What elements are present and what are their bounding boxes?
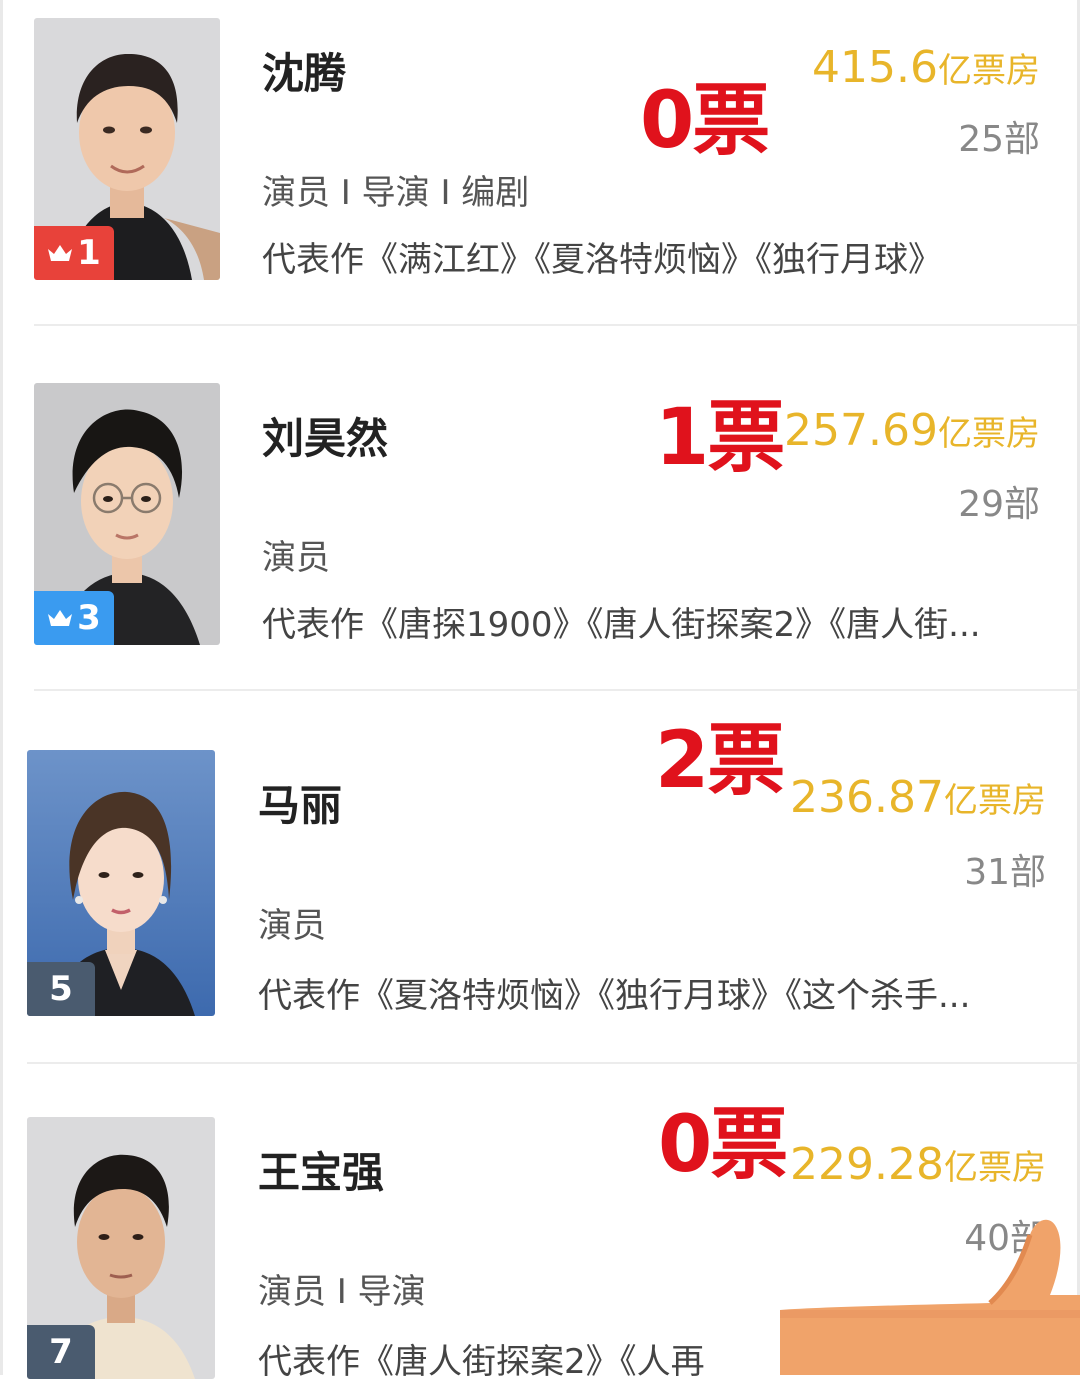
ranking-card[interactable]: 5 马丽 2票 236.87亿票房 31部 演员 代表作《夏洛特烦恼》《独行月球… [0,690,1080,1060]
box-office-total: 257.69亿票房 [784,405,1040,456]
rank-badge: 1 [34,226,114,280]
actor-roles: 演员 [258,906,326,946]
actor-photo: 3 [34,383,220,645]
rank-badge: 5 [27,962,95,1016]
box-office-total: 229.28亿票房 [790,1139,1046,1190]
actor-name[interactable]: 刘昊然 [262,405,388,466]
rank-number: 1 [77,233,101,273]
actor-photo: 1 [34,18,220,280]
actor-name[interactable]: 马丽 [258,772,342,833]
representative-works: 代表作《夏洛特烦恼》《独行月球》《这个杀手... [258,976,971,1016]
card-divider [34,324,1080,326]
crown-icon [48,245,73,261]
vote-count: 0票 [658,1100,788,1190]
ranking-card[interactable]: 3 刘昊然 1票 257.69亿票房 29部 演员 代表作《唐探1900》《唐人… [0,330,1080,690]
actor-name[interactable]: 王宝强 [258,1139,384,1200]
box-office-value: 229.28 [790,1139,944,1190]
actor-roles: 演员 [262,538,330,578]
box-office-total: 415.6亿票房 [812,42,1040,93]
representative-works: 代表作《满江红》《夏洛特烦恼》《独行月球》 [262,240,942,280]
box-office-value: 257.69 [784,405,938,456]
vote-count: 0票 [640,76,770,166]
box-office-value: 415.6 [812,42,938,93]
rank-badge: 7 [27,1325,95,1379]
actor-roles: 演员 I 导演 I 编剧 [262,173,530,213]
film-count: 25部 [958,119,1040,160]
box-office-unit: 亿票房 [944,781,1046,821]
box-office-unit: 亿票房 [938,414,1040,454]
box-office-unit: 亿票房 [938,51,1040,91]
box-office-value: 236.87 [790,772,944,823]
representative-works: 代表作《唐人街探案2》《人再 [258,1342,705,1382]
crown-icon [48,610,73,626]
rank-badge: 3 [34,591,114,645]
film-count: 29部 [958,484,1040,525]
rank-number: 7 [49,1332,73,1372]
ranking-card[interactable]: 1 沈腾 0票 415.6亿票房 25部 演员 I 导演 I 编剧 代表作《满江… [0,0,1080,330]
actor-photo: 5 [27,750,215,1016]
vote-count: 2票 [655,716,785,806]
box-office-total: 236.87亿票房 [790,772,1046,823]
film-count: 31部 [964,852,1046,893]
box-office-unit: 亿票房 [944,1148,1046,1188]
actor-photo: 7 [27,1117,215,1379]
representative-works: 代表作《唐探1900》《唐人街探案2》《唐人街... [262,605,981,645]
rank-number: 3 [77,598,101,638]
actor-roles: 演员 I 导演 [258,1272,426,1312]
actor-name[interactable]: 沈腾 [262,40,346,101]
vote-count: 1票 [655,393,785,483]
rank-number: 5 [49,969,73,1009]
thumbs-up-icon [780,1219,1080,1375]
